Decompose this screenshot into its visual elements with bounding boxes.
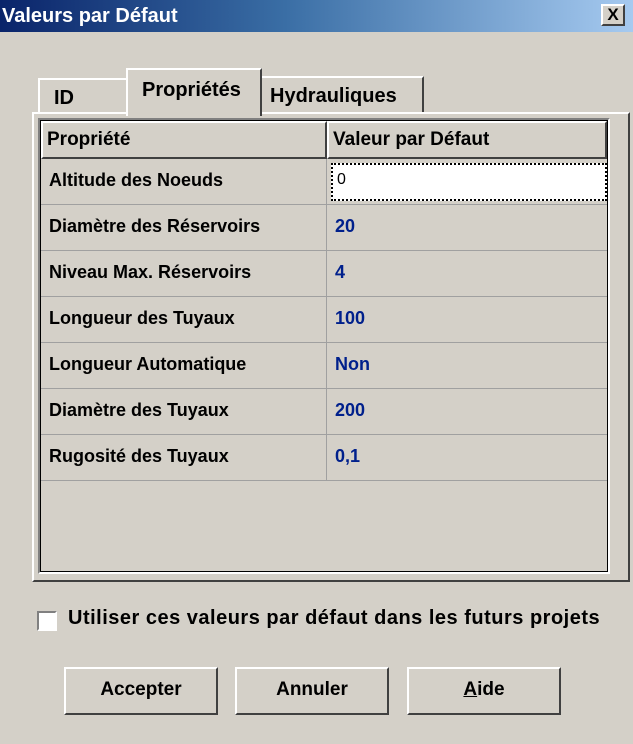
property-label: Niveau Max. Réservoirs	[41, 251, 327, 297]
value-edit-field[interactable]: 0	[331, 163, 607, 201]
default-for-future-projects-checkbox[interactable]	[37, 611, 57, 631]
help-button[interactable]: Aide	[407, 667, 561, 715]
property-label: Altitude des Noeuds	[41, 159, 327, 205]
title-bar[interactable]: Valeurs par Défaut X	[0, 0, 633, 32]
grid-frame: Propriété Valeur par Défaut Altitude des…	[40, 120, 608, 572]
tab-label: ID	[54, 87, 74, 109]
button-label: Annuler	[276, 679, 348, 700]
accept-button[interactable]: Accepter	[64, 667, 218, 715]
default-values-dialog: Valeurs par Défaut X ID Propriétés Hydra…	[0, 0, 633, 744]
table-row[interactable]: Rugosité des Tuyaux 0,1	[41, 435, 607, 481]
table-row[interactable]: Diamètre des Tuyaux 200	[41, 389, 607, 435]
property-label: Longueur Automatique	[41, 343, 327, 389]
tab-label: Hydrauliques	[270, 85, 397, 107]
button-mnemonic: A	[463, 679, 478, 700]
value-cell[interactable]: 200	[327, 389, 607, 435]
table-row[interactable]: Diamètre des Réservoirs 20	[41, 205, 607, 251]
column-header-property[interactable]: Propriété	[41, 121, 327, 159]
value-cell[interactable]: 20	[327, 205, 607, 251]
close-button[interactable]: X	[601, 4, 625, 26]
table-row[interactable]: Niveau Max. Réservoirs 4	[41, 251, 607, 297]
tab-id[interactable]: ID	[38, 78, 130, 114]
table-row[interactable]: Altitude des Noeuds 0	[41, 159, 607, 205]
checkbox-label[interactable]: Utiliser ces valeurs par défaut dans les…	[68, 607, 600, 630]
property-label: Diamètre des Tuyaux	[41, 389, 327, 435]
dialog-title: Valeurs par Défaut	[2, 5, 178, 27]
value-cell[interactable]: 0,1	[327, 435, 607, 481]
table-row[interactable]: Longueur des Tuyaux 100	[41, 297, 607, 343]
table-row[interactable]: Longueur Automatique Non	[41, 343, 607, 389]
button-label: Accepter	[100, 679, 182, 700]
property-label: Rugosité des Tuyaux	[41, 435, 327, 481]
tab-hydraulics[interactable]: Hydrauliques	[260, 76, 424, 114]
cancel-button[interactable]: Annuler	[235, 667, 389, 715]
value-cell[interactable]: Non	[327, 343, 607, 389]
property-label: Diamètre des Réservoirs	[41, 205, 327, 251]
close-icon: X	[607, 5, 619, 24]
properties-grid[interactable]: Propriété Valeur par Défaut Altitude des…	[38, 118, 610, 574]
column-header-default-value[interactable]: Valeur par Défaut	[327, 121, 607, 159]
button-label: ide	[477, 679, 505, 700]
tab-properties[interactable]: Propriétés	[126, 68, 262, 116]
property-label: Longueur des Tuyaux	[41, 297, 327, 343]
value-cell[interactable]: 4	[327, 251, 607, 297]
value-cell[interactable]: 100	[327, 297, 607, 343]
tab-label: Propriétés	[142, 79, 241, 101]
